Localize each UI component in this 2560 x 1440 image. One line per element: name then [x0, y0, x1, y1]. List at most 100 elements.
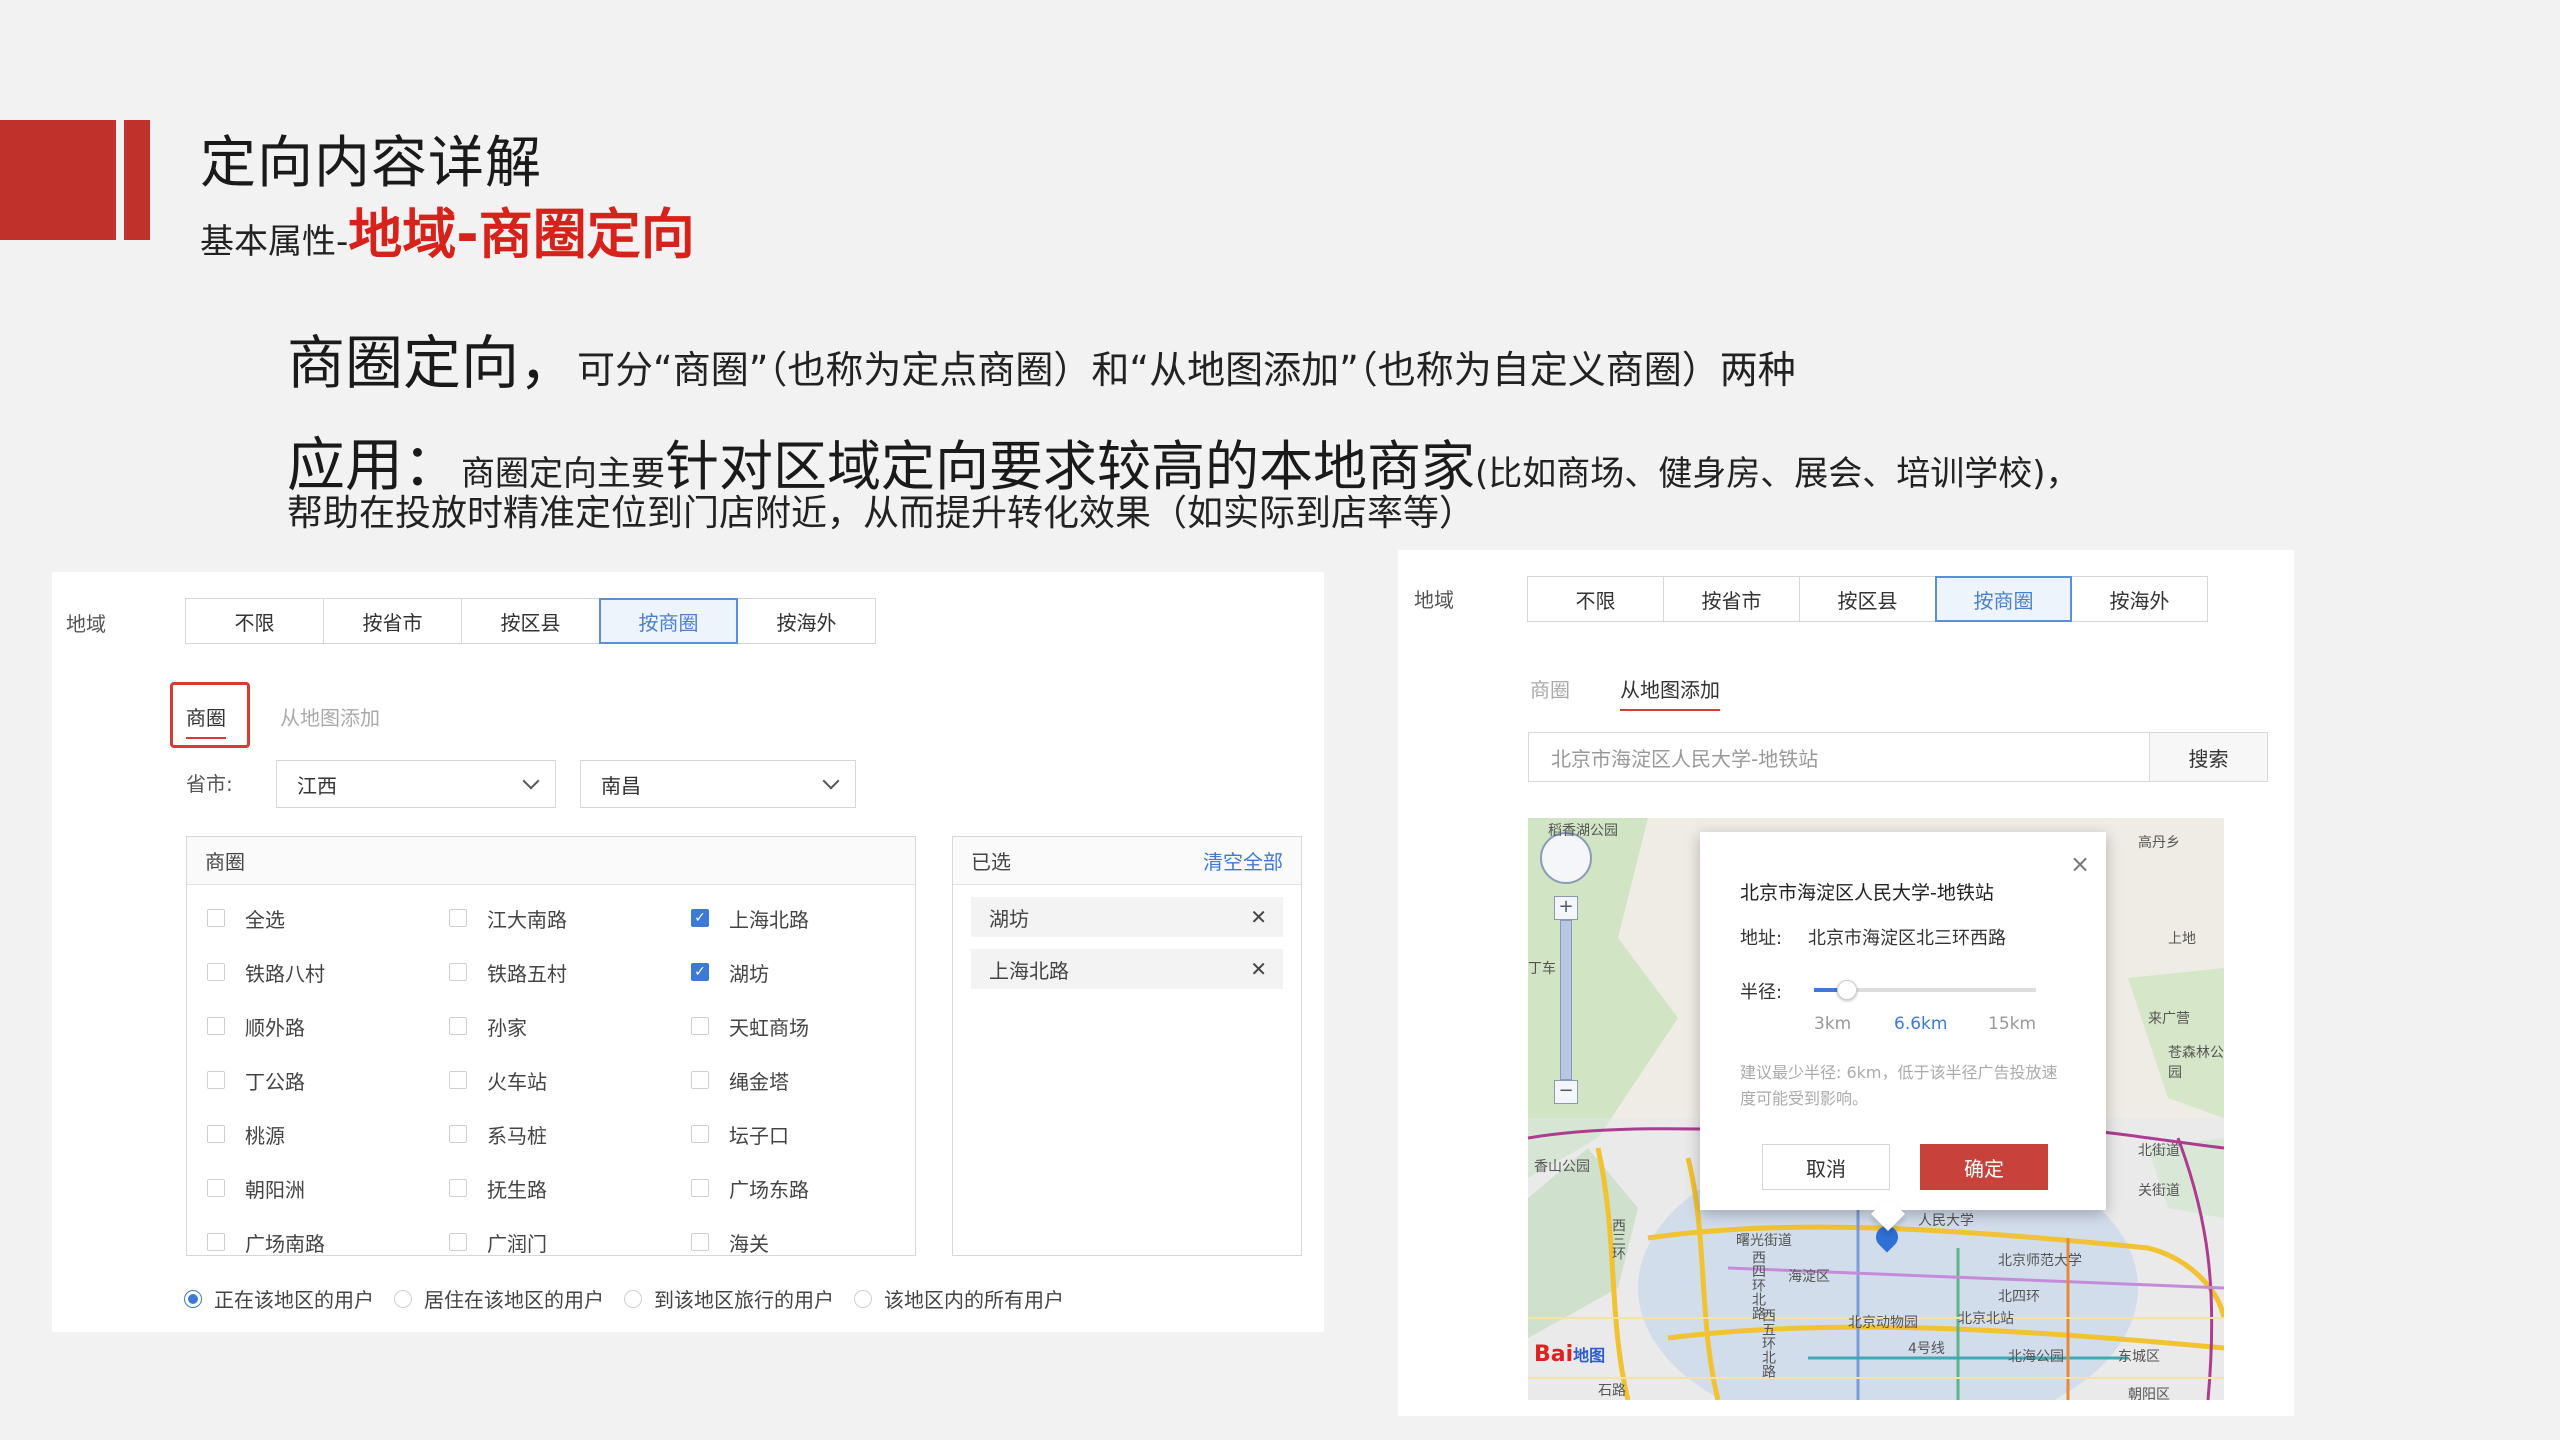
map-label: 曙光街道 [1736, 1233, 1792, 1249]
tab-overseas[interactable]: 按海外 [737, 598, 876, 644]
chevron-down-icon [522, 772, 540, 790]
radio-live-in-area[interactable]: 居住在该地区的用户 [394, 1284, 604, 1313]
list-item[interactable]: 铁路八村 [207, 945, 449, 999]
list-item[interactable]: 桃源 [207, 1107, 449, 1161]
list-item[interactable]: 孙家 [449, 999, 691, 1053]
map-label: 香山公园 [1534, 1159, 1590, 1175]
map-label: 西三环 [1610, 1218, 1626, 1260]
map-zoom-in-button[interactable]: + [1554, 896, 1578, 920]
checkbox-icon[interactable] [691, 1233, 709, 1251]
list-item[interactable]: 广润门 [449, 1215, 691, 1255]
list-item[interactable]: 坛子口 [691, 1107, 891, 1161]
list-item[interactable]: 铁路五村 [449, 945, 691, 999]
confirm-button[interactable]: 确定 [1920, 1144, 2048, 1190]
checkbox-icon[interactable] [691, 1071, 709, 1089]
list-item[interactable]: 广场东路 [691, 1161, 891, 1215]
tab-business-circle[interactable]: 按商圈 [1935, 576, 2072, 622]
list-item[interactable]: 天虹商场 [691, 999, 891, 1053]
checkbox-icon[interactable] [449, 1071, 467, 1089]
subtab-business-circle[interactable]: 商圈 [1530, 674, 1570, 703]
radio-all-in-area[interactable]: 该地区内的所有用户 [854, 1284, 1064, 1313]
radio-dot [184, 1289, 202, 1308]
radio-dot [394, 1289, 412, 1308]
map-search-input[interactable]: 北京市海淀区人民大学-地铁站 [1529, 733, 2149, 781]
checkbox-icon[interactable] [691, 1125, 709, 1143]
list-item[interactable]: 丁公路 [207, 1053, 449, 1107]
baidu-logo-red: Bai [1534, 1342, 1574, 1367]
tab-business-circle[interactable]: 按商圈 [599, 598, 738, 644]
list-item[interactable]: 全选 [207, 891, 449, 945]
checkbox-icon[interactable] [207, 963, 225, 981]
checkbox-icon[interactable] [207, 1233, 225, 1251]
cancel-button[interactable]: 取消 [1762, 1144, 1890, 1190]
list-item[interactable]: 海关 [691, 1215, 891, 1255]
map-view[interactable]: + − 稻香湖公园 高丹乡 丁车 上地 来广营 苍森林公园 香山公园 北街道 关街道 曙光街道 人民… [1528, 818, 2224, 1400]
checkbox-icon[interactable] [207, 909, 225, 927]
list-item[interactable]: 绳金塔 [691, 1053, 891, 1107]
tab-unlimited[interactable]: 不限 [185, 598, 324, 644]
radio-travel-to-area[interactable]: 到该地区旅行的用户 [624, 1284, 834, 1313]
checkbox-icon[interactable] [449, 1179, 467, 1197]
list-item[interactable]: ✓ 湖坊 [691, 945, 891, 999]
checkbox-icon[interactable] [449, 963, 467, 981]
tab-unlimited[interactable]: 不限 [1527, 576, 1664, 622]
tab-overseas[interactable]: 按海外 [2071, 576, 2208, 622]
map-search-bar: 北京市海淀区人民大学-地铁站 搜索 [1528, 732, 2268, 782]
checkbox-icon[interactable] [207, 1179, 225, 1197]
clear-all-link[interactable]: 清空全部 [1203, 846, 1283, 875]
map-label: 关街道 [2138, 1183, 2180, 1199]
search-button[interactable]: 搜索 [2149, 733, 2267, 781]
page-subtitle: 基本属性- 地域-商圈定向 [200, 190, 695, 269]
tab-county[interactable]: 按区县 [461, 598, 600, 644]
popup-address-value: 北京市海淀区北三环西路 [1808, 928, 2006, 949]
checkbox-icon[interactable] [449, 1017, 467, 1035]
checkbox-icon[interactable] [691, 1017, 709, 1035]
radius-mark-min: 3km [1814, 1014, 1852, 1034]
list-item[interactable]: 广场南路 [207, 1215, 449, 1255]
audience-radios: 正在该地区的用户 居住在该地区的用户 到该地区旅行的用户 该地区内的所有用户 [184, 1284, 1064, 1313]
map-zoom-slider[interactable] [1560, 920, 1572, 1080]
intro-line-1: 商圈定向， 可分“商圈”（也称为定点商圈）和“从地图添加”（也称为自定义商圈）两… [287, 316, 1796, 400]
checkbox-icon[interactable] [207, 1017, 225, 1035]
checkbox-icon[interactable] [207, 1125, 225, 1143]
city-value: 南昌 [601, 773, 641, 798]
list-item[interactable]: 江大南路 [449, 891, 691, 945]
list-item[interactable]: 系马桩 [449, 1107, 691, 1161]
checkbox-icon[interactable] [449, 909, 467, 927]
checkbox-icon[interactable] [449, 1233, 467, 1251]
subtab-map-add[interactable]: 从地图添加 [280, 702, 380, 731]
list-item[interactable]: 抚生路 [449, 1161, 691, 1215]
selected-header: 已选 清空全部 [953, 837, 1301, 885]
city-select[interactable]: 南昌 [580, 760, 856, 808]
checkbox-icon[interactable] [691, 1179, 709, 1197]
tab-province[interactable]: 按省市 [323, 598, 462, 644]
checkbox-icon[interactable] [207, 1071, 225, 1089]
list-item-label: 抚生路 [487, 1177, 547, 1202]
line1-text: 可分“商圈”（也称为定点商圈）和“从地图添加”（也称为自定义商圈）两种 [577, 348, 1796, 392]
list-item[interactable]: 朝阳洲 [207, 1161, 449, 1215]
list-item[interactable]: 火车站 [449, 1053, 691, 1107]
map-label: 北京动物园 [1848, 1315, 1918, 1331]
list-item[interactable]: ✓ 上海北路 [691, 891, 891, 945]
close-icon[interactable]: ✕ [1250, 905, 1267, 929]
map-label: 西五环北路 [1760, 1308, 1776, 1378]
tab-county[interactable]: 按区县 [1799, 576, 1936, 622]
chevron-down-icon [822, 772, 840, 790]
radio-label: 到该地区旅行的用户 [654, 1288, 834, 1312]
map-zoom-out-button[interactable]: − [1554, 1080, 1578, 1104]
radius-slider-handle[interactable] [1837, 980, 1857, 1000]
province-select[interactable]: 江西 [276, 760, 556, 808]
tab-province[interactable]: 按省市 [1663, 576, 1800, 622]
checkbox-checked-icon[interactable]: ✓ [691, 909, 709, 927]
radio-in-area[interactable]: 正在该地区的用户 [184, 1284, 374, 1313]
checkbox-checked-icon[interactable]: ✓ [691, 963, 709, 981]
map-label: 高丹乡 [2138, 835, 2180, 851]
list-item-label: 火车站 [487, 1069, 547, 1094]
close-icon[interactable]: × [2070, 850, 2090, 878]
subtab-business-circle[interactable]: 商圈 [186, 702, 226, 739]
list-item[interactable]: 顺外路 [207, 999, 449, 1053]
checkbox-icon[interactable] [449, 1125, 467, 1143]
close-icon[interactable]: ✕ [1250, 957, 1267, 981]
subtab-map-add[interactable]: 从地图添加 [1620, 674, 1720, 711]
popup-radius-label: 半径: [1740, 982, 1783, 1003]
